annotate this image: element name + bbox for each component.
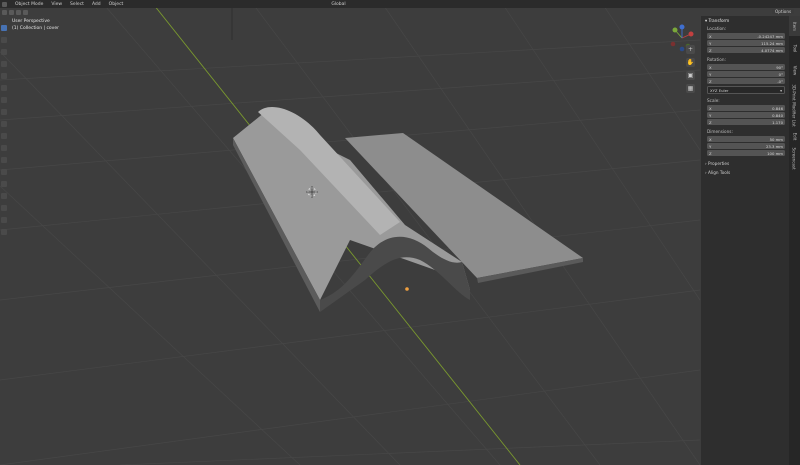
scale-y-field[interactable]: Y 0.840 bbox=[707, 112, 785, 118]
sidebar-tabs: Item Tool View 3D-Print Modifier List Ed… bbox=[789, 16, 800, 465]
select-tool-icon[interactable] bbox=[1, 25, 7, 31]
rotation-mode-dropdown[interactable]: XYZ Euler ▾ bbox=[707, 86, 785, 94]
pan-hand-icon[interactable]: ✋ bbox=[686, 58, 695, 67]
measure-tool-icon[interactable] bbox=[1, 109, 7, 115]
dimensions-label: Dimensions: bbox=[707, 129, 733, 134]
tab-3d-print[interactable]: 3D-Print bbox=[789, 82, 800, 102]
scale-x-field[interactable]: X 0.846 bbox=[707, 105, 785, 111]
tool-shelf bbox=[0, 22, 8, 322]
origin-dot bbox=[405, 287, 409, 291]
smooth-tool-icon[interactable] bbox=[1, 205, 7, 211]
orientation-dropdown[interactable]: Global bbox=[331, 2, 345, 7]
spin-tool-icon[interactable] bbox=[1, 193, 7, 199]
move-tool-icon[interactable] bbox=[1, 49, 7, 55]
shear-tool-icon[interactable] bbox=[1, 217, 7, 223]
location-label: Location: bbox=[707, 26, 727, 31]
scale-label: Scale: bbox=[707, 98, 720, 103]
select-invert-icon[interactable] bbox=[23, 9, 28, 15]
rotation-x-field[interactable]: X 90° bbox=[707, 64, 785, 70]
viewport-nav-buttons: + ✋ ▣ ▦ bbox=[686, 45, 695, 97]
dimension-y-field[interactable]: Y 23.3 mm bbox=[707, 143, 785, 149]
grid-toggle-icon[interactable]: ▦ bbox=[686, 84, 695, 93]
menu-object[interactable]: Object bbox=[109, 2, 124, 7]
rotate-tool-icon[interactable] bbox=[1, 61, 7, 67]
select-extend-icon[interactable] bbox=[9, 9, 14, 15]
scale-z-field[interactable]: Z 1.170 bbox=[707, 119, 785, 125]
editor-type-icon[interactable] bbox=[2, 1, 7, 7]
zoom-icon[interactable]: + bbox=[686, 45, 695, 54]
location-z-field[interactable]: Z 4.0774 mm bbox=[707, 47, 785, 53]
view-perspective-label: User Perspective bbox=[12, 19, 50, 24]
tab-modifier-list[interactable]: Modifier List bbox=[789, 102, 800, 126]
viewport-info: User Perspective (1) Collection | cover bbox=[12, 18, 59, 32]
select-box-icon[interactable] bbox=[2, 9, 7, 15]
camera-icon[interactable]: ▣ bbox=[686, 71, 695, 80]
tab-edit[interactable]: Edit bbox=[789, 126, 800, 146]
annotate-tool-icon[interactable] bbox=[1, 97, 7, 103]
rotation-z-field[interactable]: Z -0° bbox=[707, 78, 785, 84]
cursor-tool-icon[interactable] bbox=[1, 37, 7, 43]
tab-item[interactable]: Item bbox=[789, 16, 800, 36]
transform-section-header[interactable]: ▾ Transform bbox=[701, 16, 789, 25]
location-y-field[interactable]: Y 115.24 mm bbox=[707, 40, 785, 46]
chevron-down-icon: ▾ bbox=[780, 87, 782, 93]
extrude-tool-icon[interactable] bbox=[1, 133, 7, 139]
bevel-tool-icon[interactable] bbox=[1, 157, 7, 163]
menu-add[interactable]: Add bbox=[92, 2, 101, 7]
location-x-field[interactable]: X -0.24247 mm bbox=[707, 33, 785, 39]
loopcut-tool-icon[interactable] bbox=[1, 169, 7, 175]
transform-tool-icon[interactable] bbox=[1, 85, 7, 91]
rip-tool-icon[interactable] bbox=[1, 229, 7, 235]
header-bar: Object Mode View Select Add Object Globa… bbox=[0, 0, 800, 8]
tab-screencast[interactable]: Screencast bbox=[789, 147, 800, 169]
menu-view[interactable]: View bbox=[51, 2, 62, 7]
sidebar-panel: ▾ Transform Location: X -0.24247 mm Y 115.… bbox=[701, 16, 789, 465]
align-tools-section-header[interactable]: › Align Tools bbox=[701, 168, 789, 177]
rotation-label: Rotation: bbox=[707, 57, 726, 62]
dimension-z-field[interactable]: Z 100 mm bbox=[707, 150, 785, 156]
add-cube-tool-icon[interactable] bbox=[1, 121, 7, 127]
3d-viewport[interactable] bbox=[0, 0, 800, 465]
scale-tool-icon[interactable] bbox=[1, 73, 7, 79]
inset-tool-icon[interactable] bbox=[1, 145, 7, 151]
tool-settings-bar bbox=[0, 8, 800, 16]
mode-dropdown[interactable]: Object Mode bbox=[15, 2, 43, 7]
rotation-y-field[interactable]: Y 0° bbox=[707, 71, 785, 77]
knife-tool-icon[interactable] bbox=[1, 181, 7, 187]
properties-section-header[interactable]: › Properties bbox=[701, 159, 789, 168]
options-button[interactable]: Options bbox=[772, 9, 795, 14]
tab-tool[interactable]: Tool bbox=[789, 38, 800, 58]
collection-label: (1) Collection | cover bbox=[12, 26, 59, 31]
dimension-x-field[interactable]: X 50 mm bbox=[707, 136, 785, 142]
menu-select[interactable]: Select bbox=[70, 2, 84, 7]
select-subtract-icon[interactable] bbox=[16, 9, 21, 15]
tab-view[interactable]: View bbox=[789, 60, 800, 80]
